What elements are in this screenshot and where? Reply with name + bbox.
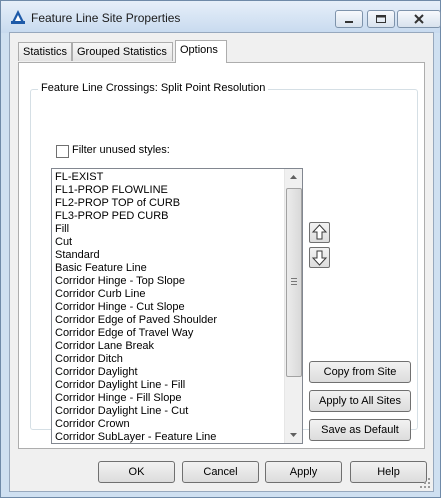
options-panel: Feature Line Crossings: Split Point Reso… — [18, 62, 425, 449]
save-as-default-button[interactable]: Save as Default — [309, 419, 411, 441]
autocad-app-icon — [11, 10, 25, 24]
styles-listbox[interactable]: FL-EXIST FL1-PROP FLOWLINE FL2-PROP TOP of… — [51, 168, 303, 444]
group-label: Feature Line Crossings: Split Point Reso… — [38, 82, 269, 94]
list-item[interactable]: Standard — [54, 249, 284, 262]
minimize-icon — [345, 21, 353, 23]
vertical-scrollbar[interactable] — [284, 169, 302, 443]
apply-to-all-sites-button[interactable]: Apply to All Sites — [309, 390, 411, 412]
list-item[interactable]: Corridor Hinge - Cut Slope — [54, 301, 284, 314]
tab-statistics[interactable]: Statistics — [18, 42, 72, 61]
filter-unused-styles-checkbox[interactable] — [56, 145, 69, 158]
dialog-body: Statistics Grouped Statistics Options Fe… — [9, 32, 434, 492]
list-item[interactable]: Corridor Curb Line — [54, 288, 284, 301]
copy-from-site-button[interactable]: Copy from Site — [309, 361, 411, 383]
list-item[interactable]: Corridor Daylight Line - Fill — [54, 379, 284, 392]
dialog-window: Feature Line Site Properties Statistics … — [0, 0, 441, 498]
list-item[interactable]: Cut — [54, 236, 284, 249]
list-item[interactable]: FL3-PROP PED CURB — [54, 210, 284, 223]
filter-unused-styles-label: Filter unused styles: — [72, 144, 170, 156]
list-item[interactable]: Corridor Ditch — [54, 353, 284, 366]
tab-grouped-statistics[interactable]: Grouped Statistics — [72, 42, 173, 61]
list-item[interactable]: FL2-PROP TOP of CURB — [54, 197, 284, 210]
list-item[interactable]: Basic Feature Line — [54, 262, 284, 275]
list-item[interactable]: Corridor Daylight — [54, 366, 284, 379]
title-bar[interactable]: Feature Line Site Properties — [1, 1, 441, 33]
maximize-icon — [376, 15, 386, 23]
scrollbar-thumb[interactable] — [286, 188, 302, 377]
arrow-up-icon — [311, 224, 328, 240]
tab-options[interactable]: Options — [175, 40, 227, 63]
list-item[interactable]: Corridor Hinge - Top Slope — [54, 275, 284, 288]
window-title: Feature Line Site Properties — [31, 11, 181, 25]
list-item[interactable]: FL-EXIST — [54, 171, 284, 184]
scroll-up-arrow-icon[interactable] — [285, 169, 302, 186]
list-item[interactable]: Corridor SubLayer - Feature Line — [54, 431, 284, 443]
list-item[interactable]: Corridor Hinge - Fill Slope — [54, 392, 284, 405]
list-item[interactable]: Corridor Edge of Travel Way — [54, 327, 284, 340]
resize-grip-icon[interactable] — [419, 477, 431, 489]
arrow-down-icon — [311, 250, 328, 266]
move-up-button[interactable] — [309, 222, 330, 243]
apply-button[interactable]: Apply — [265, 461, 342, 483]
maximize-button[interactable] — [367, 10, 395, 28]
minimize-button[interactable] — [335, 10, 363, 28]
styles-list: FL-EXIST FL1-PROP FLOWLINE FL2-PROP TOP of… — [54, 171, 284, 443]
list-item[interactable]: Corridor Daylight Line - Cut — [54, 405, 284, 418]
close-icon — [414, 14, 424, 24]
list-item[interactable]: Corridor Lane Break — [54, 340, 284, 353]
help-button[interactable]: Help — [350, 461, 427, 483]
move-down-button[interactable] — [309, 247, 330, 268]
ok-button[interactable]: OK — [98, 461, 175, 483]
grip-icon — [291, 278, 297, 285]
list-item[interactable]: Fill — [54, 223, 284, 236]
close-button[interactable] — [397, 10, 441, 28]
list-item[interactable]: FL1-PROP FLOWLINE — [54, 184, 284, 197]
list-item[interactable]: Corridor Crown — [54, 418, 284, 431]
scroll-down-arrow-icon[interactable] — [285, 426, 302, 443]
cancel-button[interactable]: Cancel — [182, 461, 259, 483]
list-item[interactable]: Corridor Edge of Paved Shoulder — [54, 314, 284, 327]
